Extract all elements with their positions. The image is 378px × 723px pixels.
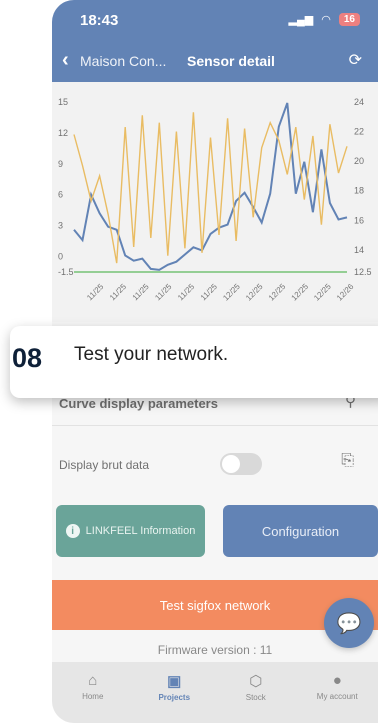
callout-text: Test your network.: [74, 344, 229, 365]
step-number: 08: [12, 343, 43, 373]
tutorial-callout: 08 Test your network.: [10, 326, 378, 398]
